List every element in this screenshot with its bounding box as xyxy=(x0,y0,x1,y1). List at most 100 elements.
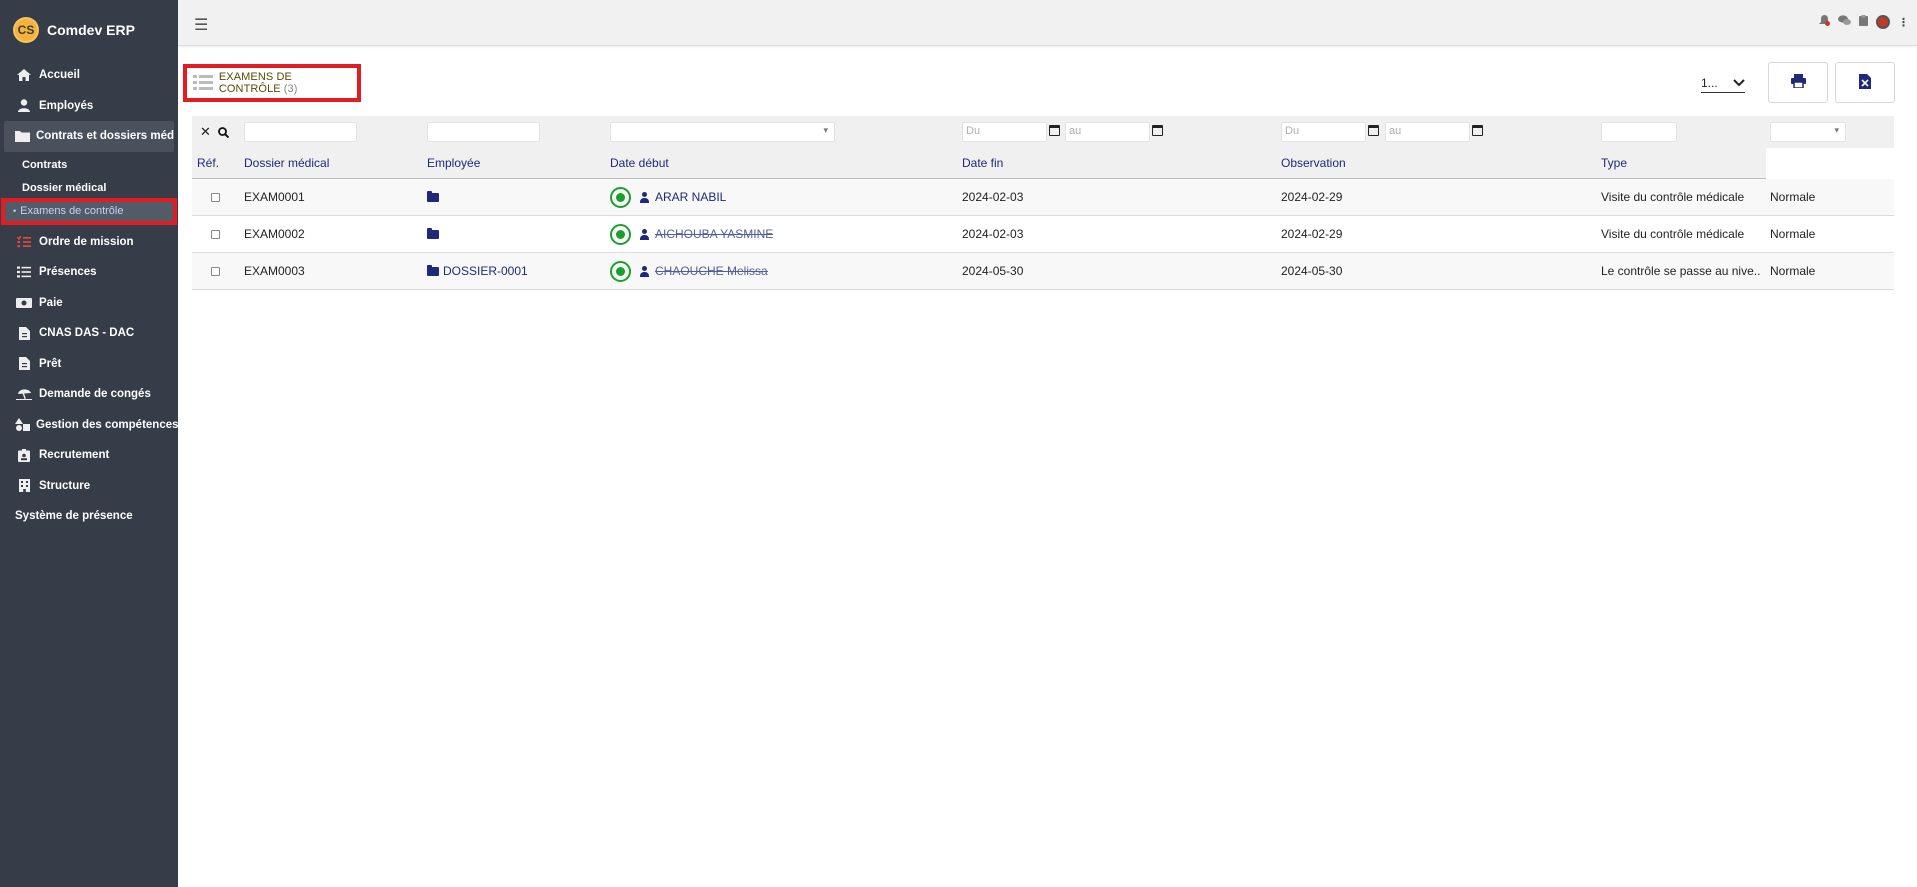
folder-icon xyxy=(427,190,439,202)
whatsapp-icon[interactable] xyxy=(610,223,631,245)
sidebar-subitem-examens-controle[interactable]: Examens de contrôle xyxy=(4,199,174,223)
sidebar-item-recrutement[interactable]: Recrutement xyxy=(0,440,178,471)
row-checkbox[interactable] xyxy=(211,192,220,202)
hamburger-menu-icon[interactable]: ☰ xyxy=(194,15,208,35)
row-checkbox[interactable] xyxy=(211,229,220,239)
sidebar-item-paie[interactable]: Paie xyxy=(0,288,178,319)
sidebar-item-systeme-presence[interactable]: Système de présence xyxy=(0,501,178,532)
employee-link[interactable]: CHAOUCHE Melissa xyxy=(655,264,768,278)
building-icon xyxy=(15,479,33,493)
home-icon xyxy=(15,68,33,82)
sidebar-item-accueil[interactable]: Accueil xyxy=(0,60,178,91)
col-header-dossier[interactable]: Dossier médical xyxy=(244,148,329,178)
search-icon[interactable] xyxy=(218,116,229,148)
sidebar-item-label: Accueil xyxy=(39,69,80,82)
row-checkbox[interactable] xyxy=(211,266,220,276)
sidebar-item-presences[interactable]: Présences xyxy=(0,257,178,288)
table-header: Réf. Dossier médical Employée Date début… xyxy=(192,148,1894,180)
chevron-down-icon xyxy=(1733,76,1745,90)
sidebar-menu-rest: Ordre de mission Présences Paie CNAS DAS… xyxy=(0,227,178,532)
filter-date-fin-to[interactable]: au xyxy=(1385,122,1470,142)
sidebar-item-label: Contrats et dossiers médicaux xyxy=(36,130,174,143)
cell-ref: EXAM0002 xyxy=(244,227,305,241)
table-row[interactable]: EXAM0001 ARAR NABIL 2024-02-03 2024-02-2… xyxy=(192,179,1894,216)
sidebar-item-pret[interactable]: Prêt xyxy=(0,349,178,380)
date-from-placeholder: Du xyxy=(1285,125,1300,137)
page-header: EXAMENS DE CONTRÔLE (3) xyxy=(183,64,361,102)
sidebar-item-label: Employés xyxy=(39,99,94,112)
record-count: (3) xyxy=(283,83,298,95)
list-check-icon xyxy=(15,235,33,249)
sidebar-item-contrats-dossiers[interactable]: Contrats et dossiers médicaux xyxy=(4,121,174,152)
filter-type-select[interactable] xyxy=(1770,122,1846,142)
topbar-actions: ⋮ xyxy=(1819,15,1909,29)
cell-dossier[interactable] xyxy=(427,216,443,252)
sidebar-item-cnas[interactable]: CNAS DAS - DAC xyxy=(0,318,178,349)
sidebar-item-demande-conges[interactable]: Demande de congés xyxy=(0,379,178,410)
sidebar-item-label: Structure xyxy=(39,479,91,492)
col-header-observation[interactable]: Observation xyxy=(1281,148,1346,178)
calendar-icon[interactable] xyxy=(1049,125,1060,136)
cell-dossier[interactable] xyxy=(427,179,443,215)
table-row[interactable]: EXAM0002 AICHOUBA YASMINE 2024-02-03 202… xyxy=(192,216,1894,253)
sidebar-item-structure[interactable]: Structure xyxy=(0,471,178,502)
cell-date-fin: 2024-02-29 xyxy=(1281,227,1343,241)
money-icon xyxy=(15,296,33,310)
sidebar-item-label: Présences xyxy=(39,266,97,279)
sidebar-item-ordre-mission[interactable]: Ordre de mission xyxy=(0,227,178,258)
cell-observation: Le contrôle se passe au nive... xyxy=(1601,264,1761,278)
sidebar-subitem-dossier-medical[interactable]: Dossier médical xyxy=(0,177,178,200)
table-row[interactable]: EXAM0003 DOSSIER-0001 CHAOUCHE Melissa 2… xyxy=(192,253,1894,290)
sidebar-item-label: Système de présence xyxy=(15,510,133,523)
filter-dossier-input[interactable] xyxy=(244,122,357,142)
filter-row: ✕ Du au Du au xyxy=(192,116,1894,148)
date-to-placeholder: au xyxy=(1069,125,1082,137)
cell-dossier[interactable]: DOSSIER-0001 xyxy=(427,253,528,289)
filter-date-debut-to[interactable]: au xyxy=(1065,122,1150,142)
whatsapp-icon[interactable] xyxy=(610,260,631,282)
whatsapp-icon[interactable] xyxy=(610,186,631,208)
clipboard-icon[interactable] xyxy=(1859,15,1868,29)
list-view-icon[interactable] xyxy=(193,74,213,92)
cell-date-debut: 2024-02-03 xyxy=(962,190,1024,204)
employee-link[interactable]: AICHOUBA YASMINE xyxy=(655,227,774,241)
col-header-employee[interactable]: Employée xyxy=(427,148,480,178)
filter-date-debut-from[interactable]: Du xyxy=(962,122,1047,142)
sidebar-subitem-contrats[interactable]: Contrats xyxy=(0,154,178,177)
person-icon xyxy=(639,228,650,240)
print-button[interactable] xyxy=(1768,62,1828,103)
user-avatar[interactable] xyxy=(1876,15,1890,29)
col-header-date-debut[interactable]: Date début xyxy=(610,148,669,178)
col-header-type[interactable]: Type xyxy=(1601,148,1627,178)
calendar-icon[interactable] xyxy=(1152,125,1163,136)
sidebar-item-label: Prêt xyxy=(39,357,62,370)
user-icon xyxy=(15,99,33,113)
cell-date-fin: 2024-02-29 xyxy=(1281,190,1343,204)
filter-date-fin-from[interactable]: Du xyxy=(1281,122,1366,142)
folder-icon xyxy=(427,227,439,239)
cell-employee: CHAOUCHE Melissa xyxy=(610,253,768,289)
clear-filters-icon[interactable]: ✕ xyxy=(200,116,211,148)
date-to-placeholder: au xyxy=(1389,125,1402,137)
brand[interactable]: CS Comdev ERP xyxy=(0,0,178,60)
calendar-icon[interactable] xyxy=(1368,125,1379,136)
kebab-menu-icon[interactable]: ⋮ xyxy=(1898,16,1909,29)
sidebar-item-employes[interactable]: Employés xyxy=(0,91,178,122)
col-header-ref[interactable]: Réf. xyxy=(197,148,219,178)
col-header-date-fin[interactable]: Date fin xyxy=(962,148,1003,178)
topbar: ☰ ⋮ xyxy=(178,0,1917,46)
employee-link[interactable]: ARAR NABIL xyxy=(655,190,726,204)
pagination-select[interactable]: 1... xyxy=(1701,73,1745,93)
calendar-icon[interactable] xyxy=(1472,125,1483,136)
sidebar-item-gestion-competences[interactable]: Gestion des compétences xyxy=(0,410,178,441)
folder-icon xyxy=(427,264,439,276)
export-excel-button[interactable] xyxy=(1835,62,1895,103)
notification-bell-icon[interactable] xyxy=(1819,15,1830,29)
chat-icon[interactable] xyxy=(1838,15,1851,29)
filter-observation-input[interactable] xyxy=(1601,122,1677,142)
sidebar: CS Comdev ERP Accueil Employés Contrats … xyxy=(0,0,178,887)
filter-date-debut-select[interactable] xyxy=(610,122,835,142)
page-title: EXAMENS DE CONTRÔLE (3) xyxy=(219,71,357,95)
filter-employee-input[interactable] xyxy=(427,122,540,142)
dossier-link[interactable]: DOSSIER-0001 xyxy=(443,264,528,278)
